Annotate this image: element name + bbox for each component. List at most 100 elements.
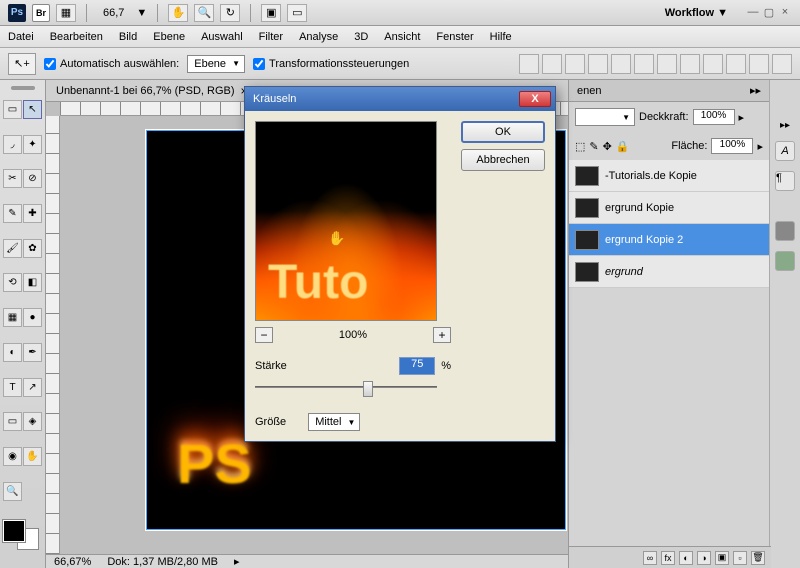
menu-fenster[interactable]: Fenster [436, 31, 473, 43]
menu-filter[interactable]: Filter [259, 31, 283, 43]
align-icon[interactable] [565, 54, 585, 74]
folder-icon[interactable]: ▣ [715, 551, 729, 565]
layers-tab[interactable]: enen [577, 85, 601, 97]
size-select[interactable]: Mittel [308, 413, 360, 431]
stamp-tool[interactable]: ✿ [23, 239, 42, 258]
3d-tool[interactable]: ◈ [23, 412, 42, 431]
mask-icon[interactable]: ◐ [679, 551, 693, 565]
dialog-titlebar[interactable]: Kräuseln X [245, 87, 555, 111]
bridge-icon[interactable]: Br [32, 4, 50, 22]
align-icon[interactable] [680, 54, 700, 74]
filter-preview[interactable]: Tuto ✋ [255, 121, 437, 321]
grid-icon[interactable]: ▣ [261, 4, 281, 22]
char-panel-icon[interactable]: A [775, 141, 795, 161]
wand-tool[interactable]: ✦ [23, 135, 42, 154]
menu-bearbeiten[interactable]: Bearbeiten [50, 31, 103, 43]
marquee-tool[interactable]: ▭ [3, 100, 22, 119]
hand-tool[interactable]: ✋ [23, 447, 42, 466]
zoom-out-button[interactable]: − [255, 327, 273, 343]
gradient-tool[interactable]: ▦ [3, 308, 22, 327]
fill-input[interactable]: 100% [711, 138, 753, 154]
path-tool[interactable]: ↗ [23, 378, 42, 397]
slice-tool[interactable]: ⊘ [23, 169, 42, 188]
layer-row[interactable]: -Tutorials.de Kopie [569, 160, 769, 192]
lock-icon[interactable]: ✎ [589, 140, 598, 153]
align-icon[interactable] [749, 54, 769, 74]
lasso-tool[interactable]: ◞ [3, 135, 22, 154]
history-tool[interactable]: ⟲ [3, 273, 22, 292]
layer-row[interactable]: ergrund [569, 256, 769, 288]
shape-tool[interactable]: ▭ [3, 412, 22, 431]
link-icon[interactable]: ∞ [643, 551, 657, 565]
align-icon[interactable] [611, 54, 631, 74]
brush-tool[interactable]: 🖌 [3, 239, 22, 258]
panel-menu-icon[interactable]: ▸▸ [750, 84, 761, 97]
eyedropper-tool[interactable]: ✎ [3, 204, 22, 223]
move-tool[interactable]: ↖ [23, 100, 42, 119]
menu-analyse[interactable]: Analyse [299, 31, 338, 43]
lock-icon[interactable]: ⬚ [575, 140, 585, 153]
camera-tool[interactable]: ◉ [3, 447, 22, 466]
zoom-in-button[interactable]: + [433, 327, 451, 343]
pen-tool[interactable]: ✒ [23, 343, 42, 362]
dialog-close-button[interactable]: X [519, 91, 551, 107]
close-button[interactable]: × [778, 6, 792, 19]
align-icon[interactable] [634, 54, 654, 74]
screen-mode-icon[interactable]: ▭ [287, 4, 307, 22]
panel-icon[interactable] [775, 251, 795, 271]
menu-bild[interactable]: Bild [119, 31, 137, 43]
lock-icon[interactable]: 🔒 [616, 140, 630, 153]
menu-ebene[interactable]: Ebene [153, 31, 185, 43]
hand-tool-icon[interactable]: ✋ [168, 4, 188, 22]
trash-icon[interactable]: 🗑 [751, 551, 765, 565]
strength-slider[interactable] [255, 379, 437, 395]
ok-button[interactable]: OK [461, 121, 545, 143]
opacity-input[interactable]: 100% [693, 109, 735, 125]
menu-datei[interactable]: Datei [8, 31, 34, 43]
color-swatch[interactable] [3, 520, 39, 550]
nav-panel-icon[interactable] [775, 221, 795, 241]
align-icon[interactable] [703, 54, 723, 74]
eraser-tool[interactable]: ◧ [23, 273, 42, 292]
auto-select-check[interactable]: Automatisch auswählen: [44, 58, 179, 70]
menu-ansicht[interactable]: Ansicht [384, 31, 420, 43]
para-panel-icon[interactable]: ¶ [775, 171, 795, 191]
healing-tool[interactable]: ✚ [23, 204, 42, 223]
status-zoom[interactable]: 66,67% [54, 556, 91, 568]
collapse-icon[interactable]: ▸▸ [780, 120, 790, 131]
align-icon[interactable] [519, 54, 539, 74]
blend-mode-select[interactable] [575, 108, 635, 126]
rotate-icon[interactable]: ↻ [220, 4, 240, 22]
zoom-tool[interactable]: 🔍 [3, 482, 22, 501]
menu-hilfe[interactable]: Hilfe [490, 31, 512, 43]
layer-select[interactable]: Ebene [187, 55, 245, 73]
layer-row[interactable]: ergrund Kopie 2 [569, 224, 769, 256]
photoshop-icon[interactable]: Ps [8, 4, 26, 22]
align-icon[interactable] [726, 54, 746, 74]
strength-input[interactable]: 75 [399, 357, 435, 375]
fx-icon[interactable]: fx [661, 551, 675, 565]
menu-auswahl[interactable]: Auswahl [201, 31, 243, 43]
lock-icon[interactable]: ✥ [603, 140, 612, 153]
transform-check[interactable]: Transformationssteuerungen [253, 58, 409, 70]
cancel-button[interactable]: Abbrechen [461, 149, 545, 171]
align-icon[interactable] [657, 54, 677, 74]
crop-tool[interactable]: ✂ [3, 169, 22, 188]
film-icon[interactable]: ▦ [56, 4, 76, 22]
workflow-menu[interactable]: Workflow ▼ [665, 7, 728, 19]
layer-row[interactable]: ergrund Kopie [569, 192, 769, 224]
adj-icon[interactable]: ◑ [697, 551, 711, 565]
blur-tool[interactable]: ● [23, 308, 42, 327]
zoom-tool-icon[interactable]: 🔍 [194, 4, 214, 22]
type-tool[interactable]: T [3, 378, 22, 397]
move-tool-indicator[interactable]: ↖+ [8, 53, 36, 75]
align-icon[interactable] [542, 54, 562, 74]
restore-button[interactable]: ▢ [762, 6, 776, 19]
align-icon[interactable] [772, 54, 792, 74]
zoom-value[interactable]: 66,7 [97, 7, 130, 19]
align-icon[interactable] [588, 54, 608, 74]
menu-3d[interactable]: 3D [354, 31, 368, 43]
new-icon[interactable]: ▫ [733, 551, 747, 565]
dodge-tool[interactable]: ◐ [3, 343, 22, 362]
minimize-button[interactable]: — [746, 6, 760, 19]
